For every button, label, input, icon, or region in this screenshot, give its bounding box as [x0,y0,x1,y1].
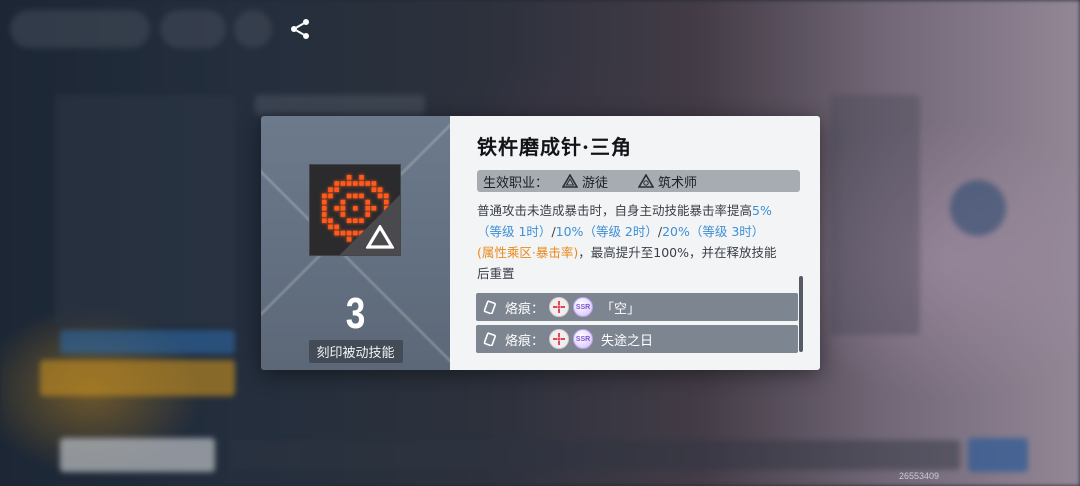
emblem-pixel [377,187,383,192]
imprint-rarity-badge: SSR [573,297,594,317]
emblem-pixel [328,224,333,230]
imprint-rarity-badge: SSR [573,329,594,349]
imprint-tag-icon [483,332,496,346]
emblem-pixel [334,224,339,230]
skill-type-label: 刻印被动技能 [308,340,403,363]
imprint-tag-icon [483,300,496,314]
emblem-pixel [322,199,327,205]
job-artificer: 筑术师 [638,172,697,191]
skill-level: 3 [345,289,366,338]
imprint-element-icon [549,297,570,317]
desc-attribute-tag: (属性乘区·暴击率) [477,245,579,260]
emblem-pixel [365,181,370,186]
skill-icon [309,164,401,256]
imprint-list: 烙痕： SSR 「空」 烙痕： SSR 失途之日 [476,293,798,357]
triangle-icon [366,225,394,249]
emblem-pixel [328,193,333,199]
wanderer-class-icon [562,174,579,188]
emblem-pixel [359,181,364,186]
emblem-pixel [328,218,333,223]
imprint-prefix: 烙痕： [505,333,545,349]
desc-text: 普通攻击未造成暴击时，自身主动技能暴击率提高 [477,203,753,218]
emblem-pixel [371,187,377,192]
skill-description: 普通攻击未造成暴击时，自身主动技能暴击率提高5%（等级 1时）/10%（等级 2… [477,200,780,284]
emblem-pixel [359,175,364,180]
job-label: 筑术师 [658,175,698,191]
desc-value-lv2: 10%（等级 2时） [555,224,658,239]
imprint-element-icon [549,329,570,349]
share-icon[interactable] [288,17,312,41]
imprint-prefix: 烙痕： [505,301,545,317]
imprint-row[interactable]: 烙痕： SSR 失途之日 [476,325,798,353]
emblem-pixel [334,230,339,236]
emblem-pixel [322,212,327,217]
job-label: 游徒 [582,175,609,191]
emblem-pixel [346,175,352,180]
player-uid: 26553409 [899,471,940,481]
skill-title: 铁杵磨成针·三角 [477,135,632,159]
emblem-pixel [371,181,377,186]
emblem-pixel [334,187,339,192]
skill-summary-pane: 3 刻印被动技能 [261,116,450,370]
artificer-class-icon [638,174,655,188]
effective-jobs-bar: 生效职业： 游徒 筑术师 [477,170,800,192]
emblem-pixel [353,181,358,186]
emblem-pixel [328,187,333,192]
description-scrollbar[interactable] [799,276,803,352]
job-wanderer: 游徒 [562,172,608,191]
imprint-name: 「空」 [601,301,641,317]
emblem-pixel [322,193,327,199]
emblem-pixel [346,181,352,186]
jobs-label: 生效职业： [483,175,549,191]
emblem-pixel [322,218,327,223]
emblem-pixel [334,206,339,211]
emblem-pixel [334,181,339,186]
emblem-pixel [322,206,327,211]
imprint-row[interactable]: 烙痕： SSR 「空」 [476,293,798,321]
emblem-pixel [340,181,346,186]
desc-value-lv3: 20%（等级 3时） [662,224,765,239]
imprint-name: 失途之日 [601,333,654,349]
